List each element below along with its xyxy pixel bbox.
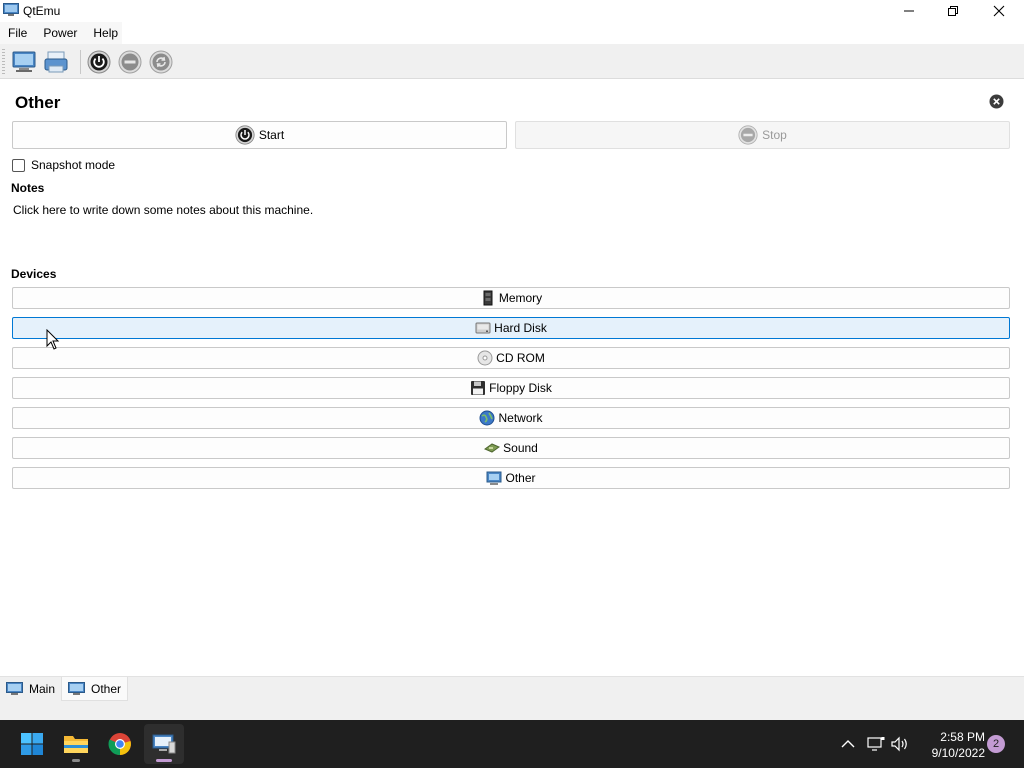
machine-tab-bar: Main Other [0,676,1024,720]
close-window-button[interactable] [976,0,1022,22]
device-label: Network [498,411,543,425]
new-machine-icon [12,51,36,72]
tab-other[interactable]: Other [61,677,129,701]
notes-text-area[interactable]: Click here to write down some notes abou… [13,203,313,217]
restore-button[interactable] [930,0,976,22]
tab-main[interactable]: Main [0,677,61,701]
notes-header: Notes [11,181,45,195]
window-title: QtEmu [23,4,61,18]
power-off-icon [118,50,142,74]
menu-bar: File Power Help [0,22,1024,44]
stop-label: Stop [762,128,787,142]
start-button[interactable]: Start [12,121,507,149]
hard-disk-icon [475,322,491,334]
tray-network-button[interactable] [866,734,886,754]
minimize-icon [904,10,914,12]
qtemu-app-icon [3,3,19,16]
device-cd-rom-button[interactable]: CD ROM [12,347,1010,369]
monitor-icon [6,682,23,695]
devices-header: Devices [11,267,57,281]
power-on-icon [87,50,111,74]
snapshot-mode-label: Snapshot mode [31,158,116,172]
machine-details-panel: Other Start Stop Snapshot mode Notes Cli… [0,80,1024,676]
os-taskbar: 2:58 PM 9/10/2022 [0,720,1024,768]
file-explorer-icon [64,736,88,753]
start-icon [235,125,255,145]
network-status-icon [867,737,885,751]
mouse-cursor-icon [46,329,60,350]
taskbar-clock[interactable]: 2:58 PM 9/10/2022 [915,729,985,761]
qtemu-icon [152,734,176,754]
toolbar-separator [80,50,81,74]
active-indicator [156,759,172,762]
device-label: Memory [498,291,543,305]
windows-start-icon [21,733,43,755]
taskbar-qtemu[interactable] [144,724,184,764]
notification-badge[interactable]: 2 [987,735,1005,753]
device-label: Hard Disk [494,321,547,335]
menu-file[interactable]: File [0,22,35,44]
speaker-icon [891,736,907,752]
stop-button[interactable]: Stop [515,121,1010,149]
add-existing-icon [44,51,68,73]
device-label: Sound [503,441,538,455]
new-machine-button[interactable] [10,48,38,76]
network-icon [479,410,495,426]
device-network-button[interactable]: Network [12,407,1010,429]
taskbar-file-explorer[interactable] [56,724,96,764]
device-sound-button[interactable]: Sound [12,437,1010,459]
device-label: Floppy Disk [489,381,552,395]
power-off-button[interactable] [116,48,144,76]
machine-name-title: Other [15,93,61,112]
device-memory-button[interactable]: Memory [12,287,1010,309]
snapshot-checkbox-box[interactable] [12,158,25,172]
device-hard-disk-button[interactable]: Hard Disk [12,317,1010,339]
tab-main-label: Main [29,682,56,696]
snapshot-mode-checkbox[interactable]: Snapshot mode [12,158,115,172]
chrome-icon [108,733,131,756]
clock-date: 9/10/2022 [931,746,985,760]
toolbar [0,44,1024,79]
close-icon [993,5,1005,17]
clock-time: 2:58 PM [940,730,985,744]
sound-icon [484,443,501,453]
running-indicator [72,759,80,762]
device-label: CD ROM [496,351,545,365]
tray-overflow-button[interactable] [838,734,858,754]
title-bar: QtEmu [0,0,1024,22]
minimize-button[interactable] [886,0,932,22]
start-label: Start [258,128,285,142]
restore-icon [948,6,958,16]
device-floppy-disk-button[interactable]: Floppy Disk [12,377,1010,399]
tab-other-label: Other [91,681,122,696]
stop-icon [738,125,758,145]
cd-rom-icon [477,350,493,366]
chevron-up-icon [841,740,855,748]
close-machine-icon[interactable] [989,94,1004,109]
start-menu-button[interactable] [12,724,52,764]
monitor-icon [68,681,85,695]
tray-volume-button[interactable] [890,734,910,754]
device-other-button[interactable]: Other [12,467,1010,489]
add-existing-machine-button[interactable] [42,48,70,76]
toolbar-grip [2,49,5,75]
taskbar-chrome[interactable] [100,724,140,764]
reset-icon [149,50,173,74]
other-device-icon [486,471,502,485]
floppy-disk-icon [471,381,486,395]
power-on-button[interactable] [85,48,113,76]
menu-power[interactable]: Power [35,22,85,44]
reset-button[interactable] [147,48,175,76]
memory-icon [483,290,493,306]
menu-help[interactable]: Help [85,22,126,44]
device-label: Other [505,471,536,485]
